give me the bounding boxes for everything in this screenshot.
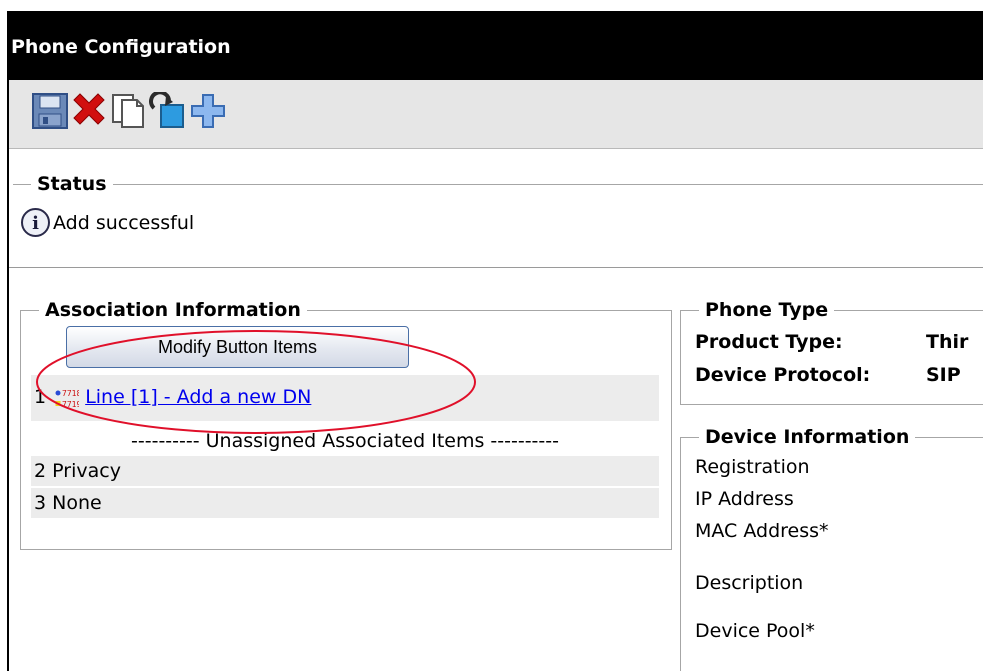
phone-type-legend: Phone Type — [705, 299, 829, 321]
ip-address-label: IP Address — [695, 488, 794, 510]
svg-text:i: i — [32, 213, 39, 234]
toolbar — [9, 80, 983, 149]
status-message: Add successful — [53, 212, 195, 234]
item-number: 3 — [34, 492, 47, 514]
list-item-privacy: 2 Privacy — [31, 456, 659, 486]
reset-icon — [149, 90, 184, 128]
item-label: None — [52, 492, 102, 514]
info-icon: i — [21, 208, 50, 237]
title-bar: Phone Configuration — [9, 13, 983, 80]
copy-button[interactable] — [110, 92, 148, 130]
item-number: 2 — [34, 460, 47, 482]
device-protocol-value: SIP — [926, 364, 961, 386]
description-label: Description — [695, 572, 804, 594]
phone-configuration-window: Phone Configuration Status i Add success… — [7, 11, 983, 671]
device-pool-label: Device Pool* — [695, 620, 815, 642]
item-label: Privacy — [52, 460, 121, 482]
delete-button[interactable] — [70, 92, 108, 130]
product-type-label: Product Type: — [695, 331, 843, 353]
status-legend: Status — [37, 173, 107, 195]
product-type-value: Thir — [926, 331, 969, 353]
required-marker: * — [819, 520, 829, 542]
device-information-legend: Device Information — [705, 426, 910, 448]
mac-address-label: MAC Address* — [695, 520, 829, 542]
copy-icon — [112, 94, 144, 128]
save-icon — [32, 93, 68, 129]
page-title: Phone Configuration — [11, 36, 231, 58]
required-marker: * — [805, 620, 815, 642]
save-button[interactable] — [31, 92, 69, 130]
device-protocol-label: Device Protocol: — [695, 364, 871, 386]
delete-icon — [73, 93, 105, 125]
reset-button[interactable] — [149, 90, 187, 130]
add-new-button[interactable] — [189, 92, 227, 130]
add-new-icon — [191, 94, 225, 128]
registration-label: Registration — [695, 456, 810, 478]
association-legend: Association Information — [45, 299, 301, 321]
divider — [9, 267, 983, 268]
highlight-ellipse — [36, 330, 476, 434]
list-item-none: 3 None — [31, 488, 659, 518]
